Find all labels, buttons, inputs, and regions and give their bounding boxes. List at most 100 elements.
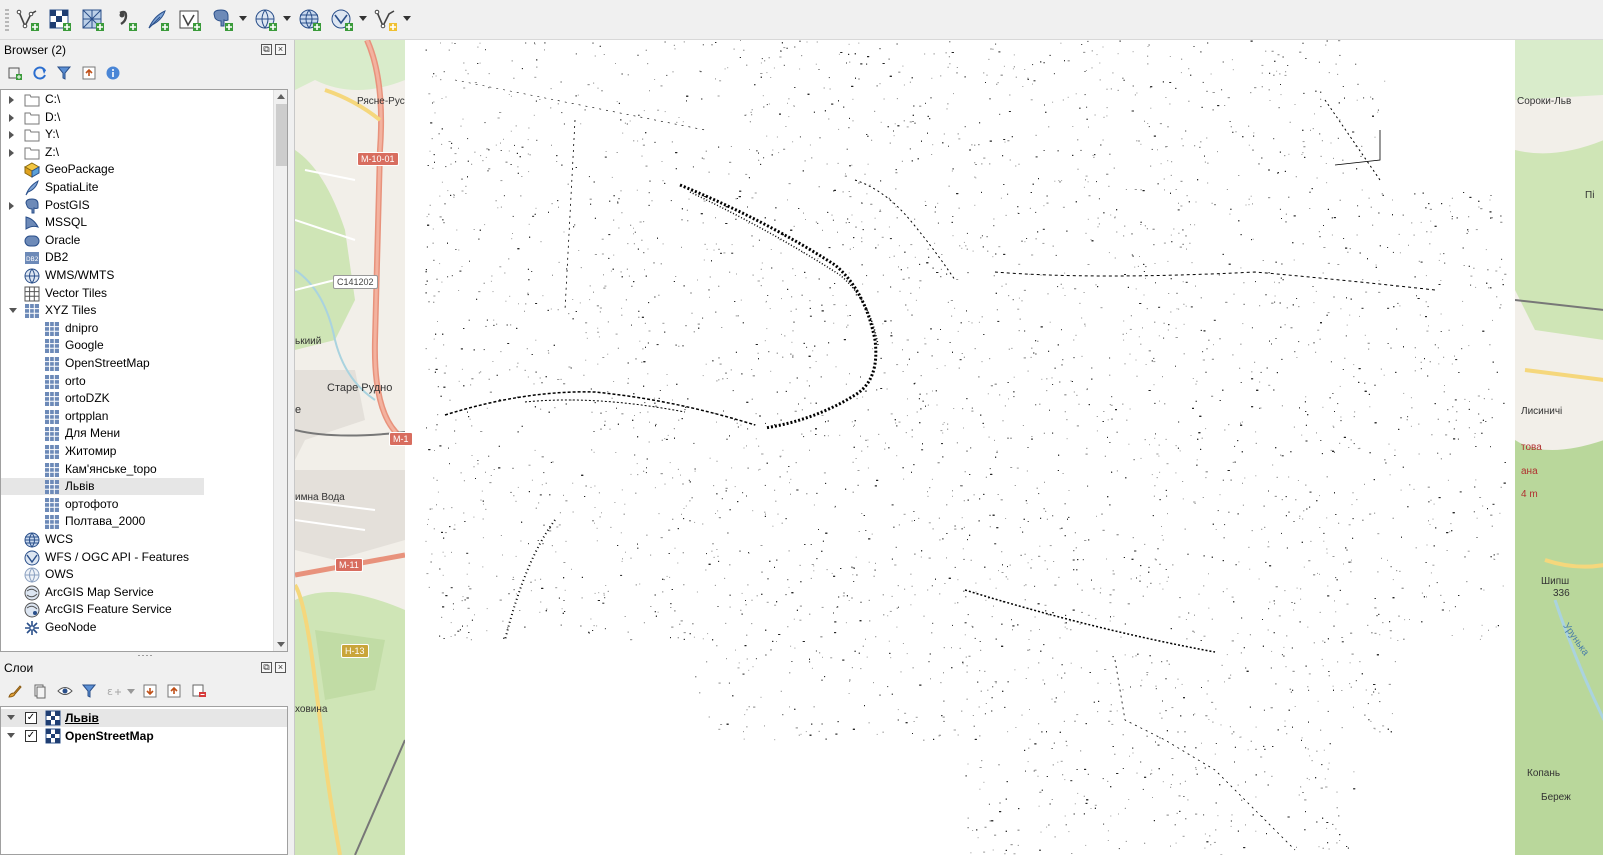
browser-item[interactable]: Львів	[1, 478, 204, 496]
wms-dropdown-arrow[interactable]	[283, 16, 291, 21]
browser-item[interactable]: D:\	[1, 109, 273, 126]
road-shield-m1: M-1	[389, 432, 413, 446]
browser-item[interactable]: XYZ Tiles	[1, 302, 273, 319]
add-wfs-layer-button[interactable]	[328, 7, 356, 33]
expand-arrow[interactable]	[7, 715, 15, 720]
add-delimited-text-layer-button[interactable]	[112, 7, 140, 33]
style-brush-icon	[8, 685, 22, 698]
oracle-icon	[24, 233, 40, 249]
new-vector-layer-button[interactable]	[14, 7, 42, 33]
layers-filter-legend-button[interactable]	[79, 681, 99, 701]
add-spatialite-layer-button[interactable]	[144, 7, 172, 33]
add-mesh-layer-button[interactable]	[79, 7, 107, 33]
layers-filter-expression-button[interactable]: ε	[104, 681, 124, 701]
browser-item[interactable]: ortpplan	[1, 408, 273, 425]
scroll-thumb[interactable]	[276, 104, 287, 166]
panel-splitter[interactable]	[137, 654, 153, 657]
browser-filter-button[interactable]	[54, 63, 74, 83]
browser-collapse-all-button[interactable]	[79, 63, 99, 83]
browser-item-label: Для Мени	[65, 426, 121, 441]
browser-item[interactable]: GeoPackage	[1, 161, 273, 179]
browser-item[interactable]: MSSQL	[1, 214, 273, 231]
wfs-dropdown-arrow[interactable]	[359, 16, 367, 21]
browser-item[interactable]: GeoNode	[1, 619, 273, 636]
expand-arrow[interactable]	[7, 733, 15, 738]
browser-item[interactable]: WFS / OGC API - Features	[1, 549, 273, 566]
xyz-tile-icon	[44, 497, 60, 513]
expand-arrow[interactable]	[9, 96, 14, 104]
feather-add-icon	[148, 10, 169, 31]
layers-remove-button[interactable]	[189, 681, 209, 701]
browser-item-label: GeoNode	[45, 620, 97, 634]
layer-visibility-checkbox[interactable]: ✓	[25, 730, 37, 742]
scroll-up-arrow[interactable]	[277, 94, 285, 99]
layer-row-openstreetmap[interactable]: ✓ OpenStreetMap	[1, 727, 287, 745]
filter-expression-dropdown-arrow[interactable]	[127, 689, 135, 694]
browser-item[interactable]: ортофото	[1, 496, 273, 513]
browser-item-label: Полтава_2000	[65, 514, 146, 529]
browser-close-button[interactable]: ×	[275, 44, 286, 55]
postgis-dropdown-arrow[interactable]	[239, 16, 247, 21]
browser-item[interactable]: ArcGIS Map Service	[1, 584, 273, 601]
browser-item[interactable]: PostGIS	[1, 197, 273, 214]
xyz-tile-icon	[44, 444, 60, 460]
browser-item[interactable]: Google	[1, 337, 273, 354]
browser-item[interactable]: WMS/WMTS	[1, 267, 273, 284]
browser-item[interactable]: ArcGIS Feature Service	[1, 601, 273, 618]
browser-item[interactable]: OWS	[1, 566, 273, 584]
browser-item[interactable]: Для Мени	[1, 425, 273, 442]
expand-arrow[interactable]	[9, 131, 14, 140]
layers-style-button[interactable]	[5, 681, 25, 701]
expand-arrow[interactable]	[9, 113, 14, 122]
add-raster-layer-button[interactable]	[46, 7, 74, 33]
browser-item[interactable]: dnipro	[1, 320, 273, 337]
layers-float-button[interactable]: ⧉	[261, 662, 272, 673]
temporary-layer-dropdown-arrow[interactable]	[403, 16, 411, 21]
mesh-add-icon	[82, 9, 104, 31]
browser-item-label: OWS	[45, 567, 74, 582]
layer-row-lviv[interactable]: ✓ Львів	[1, 709, 287, 727]
browser-item[interactable]: Z:\	[1, 144, 273, 161]
layers-visibility-button[interactable]	[55, 681, 75, 701]
browser-item[interactable]: ortoDZK	[1, 390, 273, 407]
layer-visibility-checkbox[interactable]: ✓	[25, 712, 37, 724]
layers-tree[interactable]: ✓ Львів ✓ OpenStreetMap	[0, 706, 288, 855]
add-virtual-layer-button[interactable]	[176, 7, 204, 33]
add-wms-layer-button[interactable]	[252, 7, 280, 33]
browser-float-button[interactable]: ⧉	[261, 44, 272, 55]
layers-add-group-button[interactable]	[30, 681, 50, 701]
browser-item[interactable]: Vector Tiles	[1, 285, 273, 302]
expand-arrow[interactable]	[9, 201, 14, 210]
layers-expand-all-button[interactable]	[140, 681, 160, 701]
browser-item[interactable]: Кам'янське_topo	[1, 461, 273, 478]
browser-item[interactable]: DB2 DB2	[1, 249, 273, 266]
browser-item[interactable]: C:\	[1, 91, 273, 108]
browser-item[interactable]: WCS	[1, 531, 273, 548]
browser-properties-button[interactable]	[103, 63, 123, 83]
collapse-all-icon	[167, 684, 181, 698]
browser-item[interactable]: Oracle	[1, 232, 273, 249]
layers-collapse-all-button[interactable]	[164, 681, 184, 701]
new-temporary-layer-button[interactable]	[372, 7, 400, 33]
browser-add-selected-button[interactable]	[5, 63, 25, 83]
map-canvas[interactable]: Рясне-Рус M-10-01 C141202 ькиий Старе Ру…	[294, 40, 1603, 855]
browser-item[interactable]: Y:\	[1, 126, 273, 143]
browser-tree[interactable]: C:\ D:\ Y:\ Z:\ GeoPackage SpatiaLite PostGIS M…	[0, 89, 288, 652]
scroll-down-arrow[interactable]	[277, 642, 285, 647]
layers-close-button[interactable]: ×	[275, 662, 286, 673]
browser-refresh-button[interactable]	[30, 63, 50, 83]
add-postgis-layer-button[interactable]	[208, 7, 236, 33]
browser-item-label: Кам'янське_topo	[65, 461, 157, 476]
browser-item[interactable]: Житомир	[1, 443, 273, 460]
vector-point-add-icon	[16, 9, 39, 31]
add-wcs-layer-button[interactable]	[296, 7, 324, 33]
browser-item[interactable]: orto	[1, 373, 273, 390]
expand-arrow[interactable]	[9, 148, 14, 157]
browser-item[interactable]: OpenStreetMap	[1, 355, 273, 372]
collapse-arrow[interactable]	[9, 308, 17, 314]
toolbar-grip[interactable]	[5, 9, 9, 31]
browser-item[interactable]: Полтава_2000	[1, 513, 273, 530]
map-place-label: Сороки-Льв	[1517, 96, 1572, 107]
browser-item[interactable]: SpatiaLite	[1, 179, 273, 196]
browser-scrollbar[interactable]	[273, 90, 287, 651]
